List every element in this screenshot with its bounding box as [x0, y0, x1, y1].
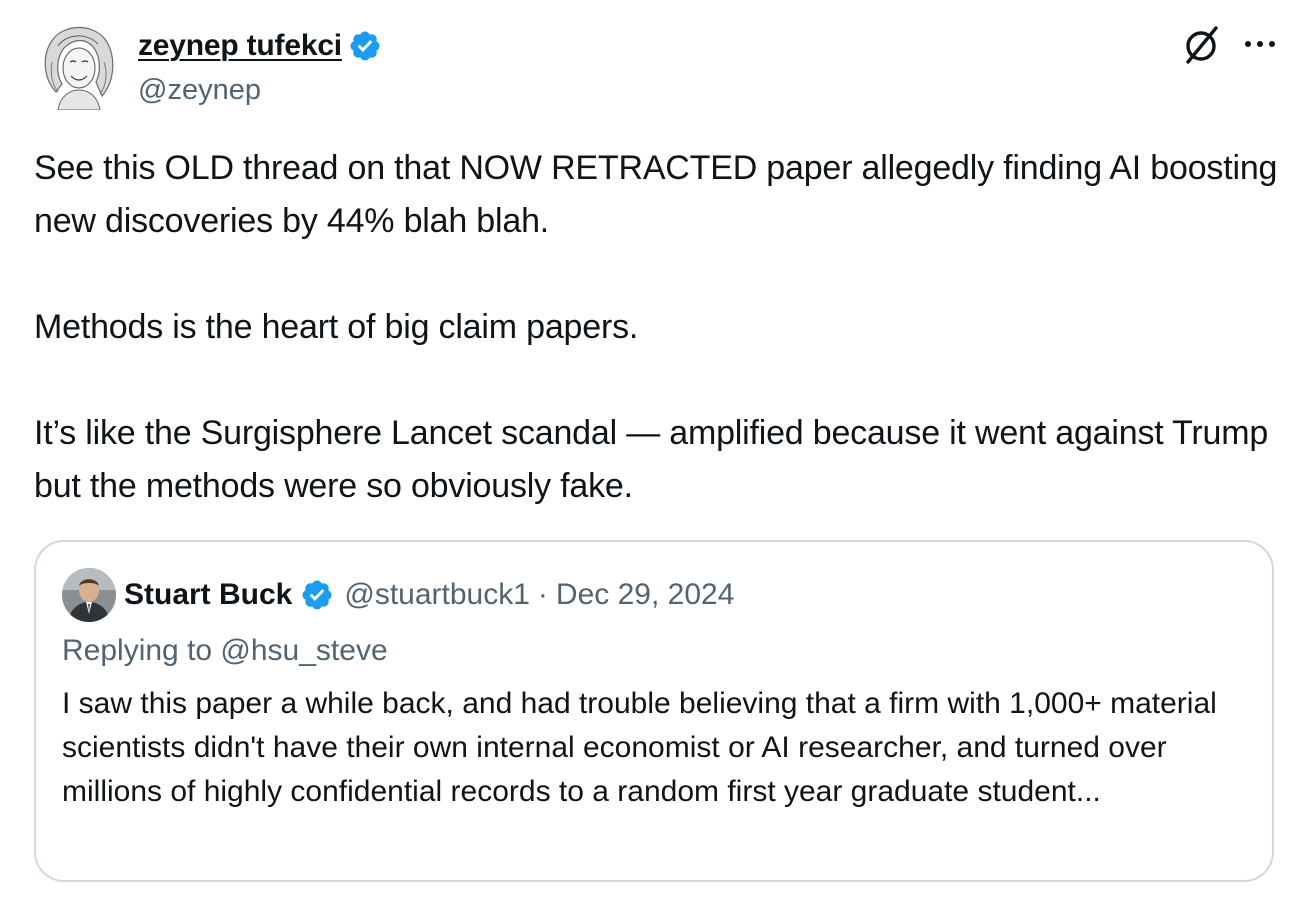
quoted-tweet-text: I saw this paper a while back, and had t… [62, 687, 1217, 808]
author-handle[interactable]: @zeynep [138, 74, 261, 107]
tweet-text: See this OLD thread on that NOW RETRACTE… [34, 142, 1284, 513]
tweet-paragraph: It’s like the Surgisphere Lancet scandal… [34, 414, 1269, 505]
tweet-paragraph: Methods is the heart of big claim papers… [34, 308, 639, 346]
author-display-name[interactable]: zeynep tufekci [138, 29, 342, 63]
grok-icon[interactable] [1180, 24, 1222, 66]
tweet-header: zeynep tufekci @zeynep [36, 22, 1276, 114]
replying-to: Replying to @hsu_steve [62, 634, 388, 667]
quoted-author-avatar[interactable] [62, 568, 116, 622]
more-icon[interactable] [1242, 30, 1278, 58]
quoted-author-name[interactable]: Stuart Buck [124, 578, 292, 612]
quoted-tweet-date[interactable]: Dec 29, 2024 [556, 578, 734, 612]
tweet-paragraph: See this OLD thread on that NOW RETRACTE… [34, 149, 1278, 240]
quoted-tweet-header: Stuart Buck @stuartbuck1 · Dec 29, 2024 [62, 568, 734, 622]
verified-badge-icon[interactable] [348, 29, 382, 63]
author-name-row: zeynep tufekci [138, 28, 382, 64]
quoted-author-handle[interactable]: @stuartbuck1 [344, 578, 530, 612]
verified-badge-icon[interactable] [300, 578, 334, 612]
quoted-tweet-card[interactable]: Stuart Buck @stuartbuck1 · Dec 29, 2024 … [34, 540, 1274, 882]
author-avatar[interactable] [36, 22, 120, 111]
separator-dot: · [537, 578, 548, 611]
